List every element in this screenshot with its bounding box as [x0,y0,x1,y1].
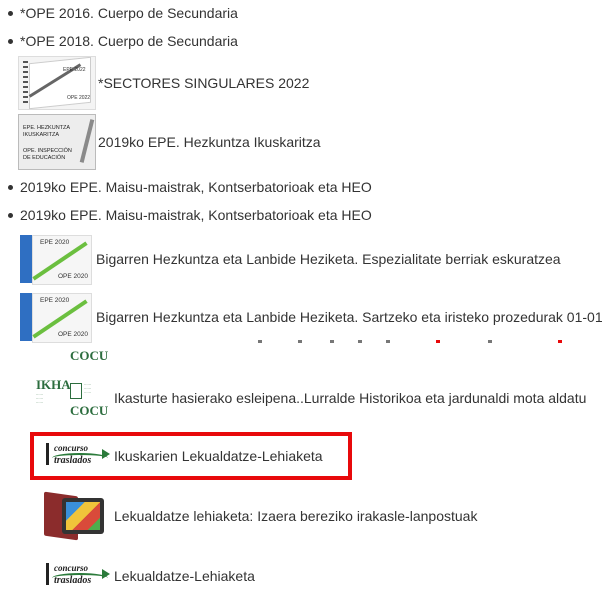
list-item: concurso traslados Lekualdatze-Lehiaketa [40,558,255,594]
item-link[interactable]: *OPE 2018. Cuerpo de Secundaria [20,33,238,49]
item-link[interactable]: 2019ko EPE. Maisu-maistrak, Kontserbator… [20,179,372,195]
ikha-cocu-logo-icon[interactable]: IKHA ······ ······ ······ ······ ······ ····… [34,375,112,421]
bullet-icon [8,10,13,16]
list-item: *OPE 2016. Cuerpo de Secundaria [8,4,238,22]
bullet-icon [8,212,13,218]
list-item: EPE. HEZKUNTZA IKUSKARITZA OPE. INSPECCI… [18,114,321,170]
cocu-logo-icon[interactable]: COCU [34,344,112,366]
epe-2020-notebook-thumbnail[interactable]: EPE 2020 OPE 2020 [18,291,94,343]
item-link[interactable]: 2019ko EPE. Hezkuntza Ikuskaritza [98,134,321,150]
list-item: EPE 2022 OPE 2022 *SECTORES SINGULARES 2… [18,56,309,110]
clipped-text-fragment [258,340,578,344]
concurso-traslados-logo-icon[interactable]: concurso traslados [40,559,110,593]
item-link[interactable]: Bigarren Hezkuntza eta Lanbide Heziketa.… [96,309,603,325]
list-item: EPE 2020 OPE 2020 Bigarren Hezkuntza eta… [18,232,561,286]
book-tablet-thumbnail[interactable] [40,490,108,542]
highlight-box [30,432,352,480]
item-link[interactable]: Ikasturte hasierako esleipena..Lurralde … [114,390,586,406]
bullet-icon [8,38,13,44]
item-link[interactable]: *SECTORES SINGULARES 2022 [98,75,309,91]
list-item: EPE 2020 OPE 2020 Bigarren Hezkuntza eta… [18,290,603,344]
epe-hezkuntza-card-thumbnail[interactable]: EPE. HEZKUNTZA IKUSKARITZA OPE. INSPECCI… [18,114,96,170]
item-link[interactable]: 2019ko EPE. Maisu-maistrak, Kontserbator… [20,207,372,223]
bullet-icon [8,184,13,190]
list-item: 2019ko EPE. Maisu-maistrak, Kontserbator… [8,178,372,196]
item-link[interactable]: Lekualdatze lehiaketa: Izaera bereziko i… [114,508,477,524]
item-link[interactable]: Bigarren Hezkuntza eta Lanbide Heziketa.… [96,251,561,267]
epe-2020-notebook-thumbnail[interactable]: EPE 2020 OPE 2020 [18,233,94,285]
list-item-partial: COCU [34,344,112,366]
item-link[interactable]: *OPE 2016. Cuerpo de Secundaria [20,5,238,21]
list-item: Lekualdatze lehiaketa: Izaera bereziko i… [40,488,477,544]
item-link[interactable]: Lekualdatze-Lehiaketa [114,568,255,584]
list-item: *OPE 2018. Cuerpo de Secundaria [8,32,238,50]
ope-2022-notebook-thumbnail[interactable]: EPE 2022 OPE 2022 [18,56,96,110]
list-item: IKHA ······ ······ ······ ······ ······ ····… [34,374,586,422]
list-item: 2019ko EPE. Maisu-maistrak, Kontserbator… [8,206,372,224]
